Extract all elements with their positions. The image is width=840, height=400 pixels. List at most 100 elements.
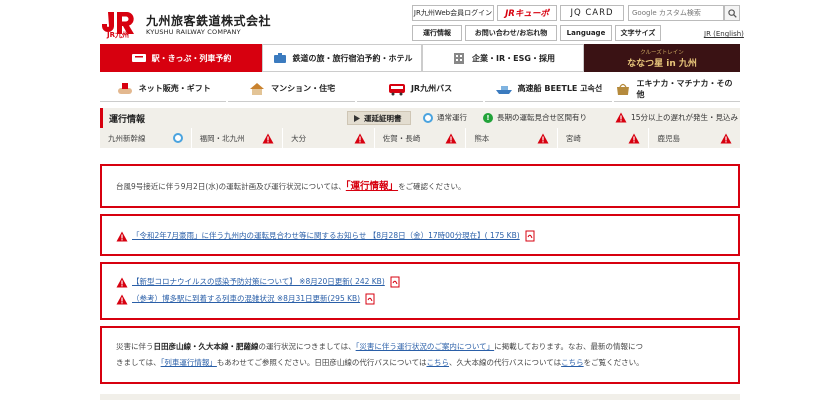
region-name: 九州新幹線: [108, 133, 146, 143]
region-kumamoto[interactable]: 熊本: [466, 128, 558, 148]
warning-icon: [720, 133, 732, 143]
nav-bus[interactable]: JR九州バス: [356, 76, 484, 102]
search-button[interactable]: [724, 5, 740, 21]
nav-corporate-label: 企業・IR・ESG・採用: [472, 53, 555, 63]
pdf-icon: [525, 230, 535, 242]
congestion-link[interactable]: （参考）博多駅に到着する列車の混雑状況 ※8月31日更新(295 KB): [132, 292, 360, 306]
nav-corporate[interactable]: 企業・IR・ESG・採用: [422, 44, 584, 72]
operation-info-bar: 運行情報 運延証明書 通常運行 ! 長期の運転見合せ区間有り 15分以上の遅れが…: [100, 108, 740, 128]
nav-station-shops-label: エキナカ・マチナカ・その他: [636, 78, 733, 99]
warning-icon: [615, 112, 627, 123]
nav-online-shop[interactable]: ネット販売・ギフト: [100, 76, 227, 102]
notice-typhoon-after: をご確認ください。: [398, 182, 466, 191]
operation-info-title: 運行情報: [109, 115, 146, 125]
nav-tickets[interactable]: 駅・きっぷ・列車予約: [100, 44, 262, 72]
disaster-text: をご覧ください。: [583, 358, 644, 367]
warning-icon: [116, 277, 128, 287]
legend-normal: 通常運行: [423, 112, 467, 123]
nav-travel-label: 鉄道の旅・旅行宿泊予約・ホテル: [292, 53, 413, 63]
disaster-guide-link[interactable]: 「災害に伴う運行状況のご案内について」: [356, 342, 495, 351]
legend-long-stop-label: 長期の運転見合せ区間有り: [497, 113, 587, 122]
operation-info-button[interactable]: 運行情報: [412, 25, 462, 41]
normal-operation-icon: [172, 133, 183, 143]
bus-icon: [388, 83, 405, 95]
hand-gift-icon: [117, 82, 132, 94]
notice-heavy-rain: 「令和2年7月豪雨」に伴う九州内の運転見合わせ等に関するお知らせ 【8月28日（…: [100, 214, 740, 256]
hitahikosan-bus-link[interactable]: こちら: [427, 358, 450, 367]
notice-disaster-lines: 災害に伴う日田彦山線・久大本線・肥薩線の運行状況につきましては、「災害に伴う運行…: [100, 326, 740, 384]
region-oita[interactable]: 大分: [283, 128, 375, 148]
jq-card-link[interactable]: JQ CARD: [560, 5, 624, 21]
disaster-lines-bold: 日田彦山線・久大本線・肥薩線: [153, 342, 259, 351]
language-button[interactable]: Language: [560, 25, 612, 41]
heavy-rain-row: 「令和2年7月豪雨」に伴う九州内の運転見合わせ等に関するお知らせ 【8月28日（…: [116, 229, 724, 243]
site-search-input[interactable]: [628, 5, 724, 21]
nav-bus-label: JR九州バス: [410, 84, 453, 93]
region-name: 鹿児島: [657, 133, 680, 143]
english-link[interactable]: JR (English): [704, 30, 744, 38]
disaster-text: 、久大本線の代行バスについては: [449, 358, 562, 367]
train-label: ななつ星 in 九州: [627, 58, 697, 69]
inquiry-button[interactable]: お問い合わせ/お忘れ物: [465, 25, 557, 41]
covid-link[interactable]: 【新型コロナウイルスの感染予防対策について】 ※8月20日更新( 242 KB): [132, 275, 385, 289]
nav-tickets-label: 駅・きっぷ・列車予約: [151, 53, 232, 63]
train-operation-info-link[interactable]: 「列車運行情報」: [161, 358, 217, 367]
warning-icon: [116, 294, 128, 304]
warning-icon: [116, 231, 128, 241]
region-name: 熊本: [474, 133, 490, 143]
jr-kyupo-link[interactable]: JRキューポ: [497, 5, 557, 21]
nav-housing[interactable]: マンション・住宅: [228, 76, 355, 102]
pdf-icon: [365, 293, 375, 305]
nav-beetle[interactable]: 高速船 BEETLE 고속선: [485, 76, 612, 102]
delay-certificate-label: 運延証明書: [364, 113, 402, 123]
font-size-button[interactable]: 文字サイズ: [615, 25, 661, 41]
normal-operation-icon: [423, 112, 433, 123]
nav-seven-stars-banner[interactable]: クルーズトレイン ななつ星 in 九州: [584, 44, 740, 72]
disaster-text: もあわせてご参照ください。日田彦山線の代行バスについては: [216, 358, 427, 367]
region-miyazaki[interactable]: 宮崎: [558, 128, 650, 148]
ticket-icon: [131, 54, 146, 62]
ship-icon: [495, 85, 512, 94]
warning-icon: [354, 133, 366, 143]
nav-station-shops[interactable]: エキナカ・マチナカ・その他: [613, 76, 741, 102]
main-nav-primary: 駅・きっぷ・列車予約 鉄道の旅・旅行宿泊予約・ホテル 企業・IR・ESG・採用 …: [100, 44, 740, 72]
region-status-row: 九州新幹線 福岡・北九州 大分 佐賀・長崎 熊本 宮崎 鹿児島: [100, 128, 740, 148]
operation-info-link[interactable]: 「運行情報」: [346, 181, 398, 192]
congestion-row: （参考）博多駅に到着する列車の混雑状況 ※8月31日更新(295 KB): [116, 292, 724, 306]
pdf-icon: [390, 276, 400, 288]
building-icon: [454, 53, 465, 64]
nav-beetle-label: 高速船 BEETLE 고속선: [517, 84, 603, 93]
notice-covid: 【新型コロナウイルスの感染予防対策について】 ※8月20日更新( 242 KB)…: [100, 262, 740, 320]
region-name: 大分: [291, 133, 307, 143]
disaster-text: に掲載しております。なお、最新の情報につ: [494, 342, 643, 351]
region-saga-nagasaki[interactable]: 佐賀・長崎: [375, 128, 467, 148]
delay-certificate-button[interactable]: 運延証明書: [347, 111, 411, 125]
nav-housing-label: マンション・住宅: [271, 84, 336, 93]
region-fukuoka[interactable]: 福岡・北九州: [192, 128, 284, 148]
suitcase-icon: [273, 53, 286, 63]
long-stop-icon: !: [483, 112, 493, 123]
search-icon: [727, 8, 737, 18]
notice-disaster-text: 災害に伴う日田彦山線・久大本線・肥薩線の運行状況につきましては、「災害に伴う運行…: [116, 339, 724, 371]
disaster-text: きましては、: [116, 358, 161, 367]
region-kagoshima[interactable]: 鹿児島: [649, 128, 740, 148]
house-icon: [250, 82, 265, 95]
disaster-text: 災害に伴う: [116, 342, 154, 351]
train-sublabel: クルーズトレイン: [640, 49, 684, 56]
warning-icon: [628, 133, 640, 143]
heavy-rain-link[interactable]: 「令和2年7月豪雨」に伴う九州内の運転見合わせ等に関するお知らせ 【8月28日（…: [132, 229, 520, 243]
member-login-button[interactable]: JR九州Web会員ログイン: [412, 5, 494, 21]
shopping-bag-icon: [616, 83, 629, 95]
jr-kyupo-label: JRキューポ: [505, 9, 549, 19]
region-kyushu-shinkansen[interactable]: 九州新幹線: [100, 128, 192, 148]
legend-delay-label: 15分以上の遅れが発生・見込み: [631, 113, 739, 122]
covid-row: 【新型コロナウイルスの感染予防対策について】 ※8月20日更新( 242 KB): [116, 275, 724, 289]
nav-travel[interactable]: 鉄道の旅・旅行宿泊予約・ホテル: [262, 44, 422, 72]
company-name[interactable]: 九州旅客鉄道株式会社: [146, 12, 271, 29]
region-name: 佐賀・長崎: [382, 133, 421, 143]
nav-online-shop-label: ネット販売・ギフト: [138, 84, 211, 93]
kyudai-bus-link[interactable]: こちら: [561, 358, 584, 367]
arrow-right-icon: [354, 114, 360, 122]
region-name: 宮崎: [565, 133, 581, 143]
notice-typhoon-text: 台風9号接近に伴う9月2日(水)の運転計画及び運行状況については、「運行情報」を…: [116, 179, 724, 195]
